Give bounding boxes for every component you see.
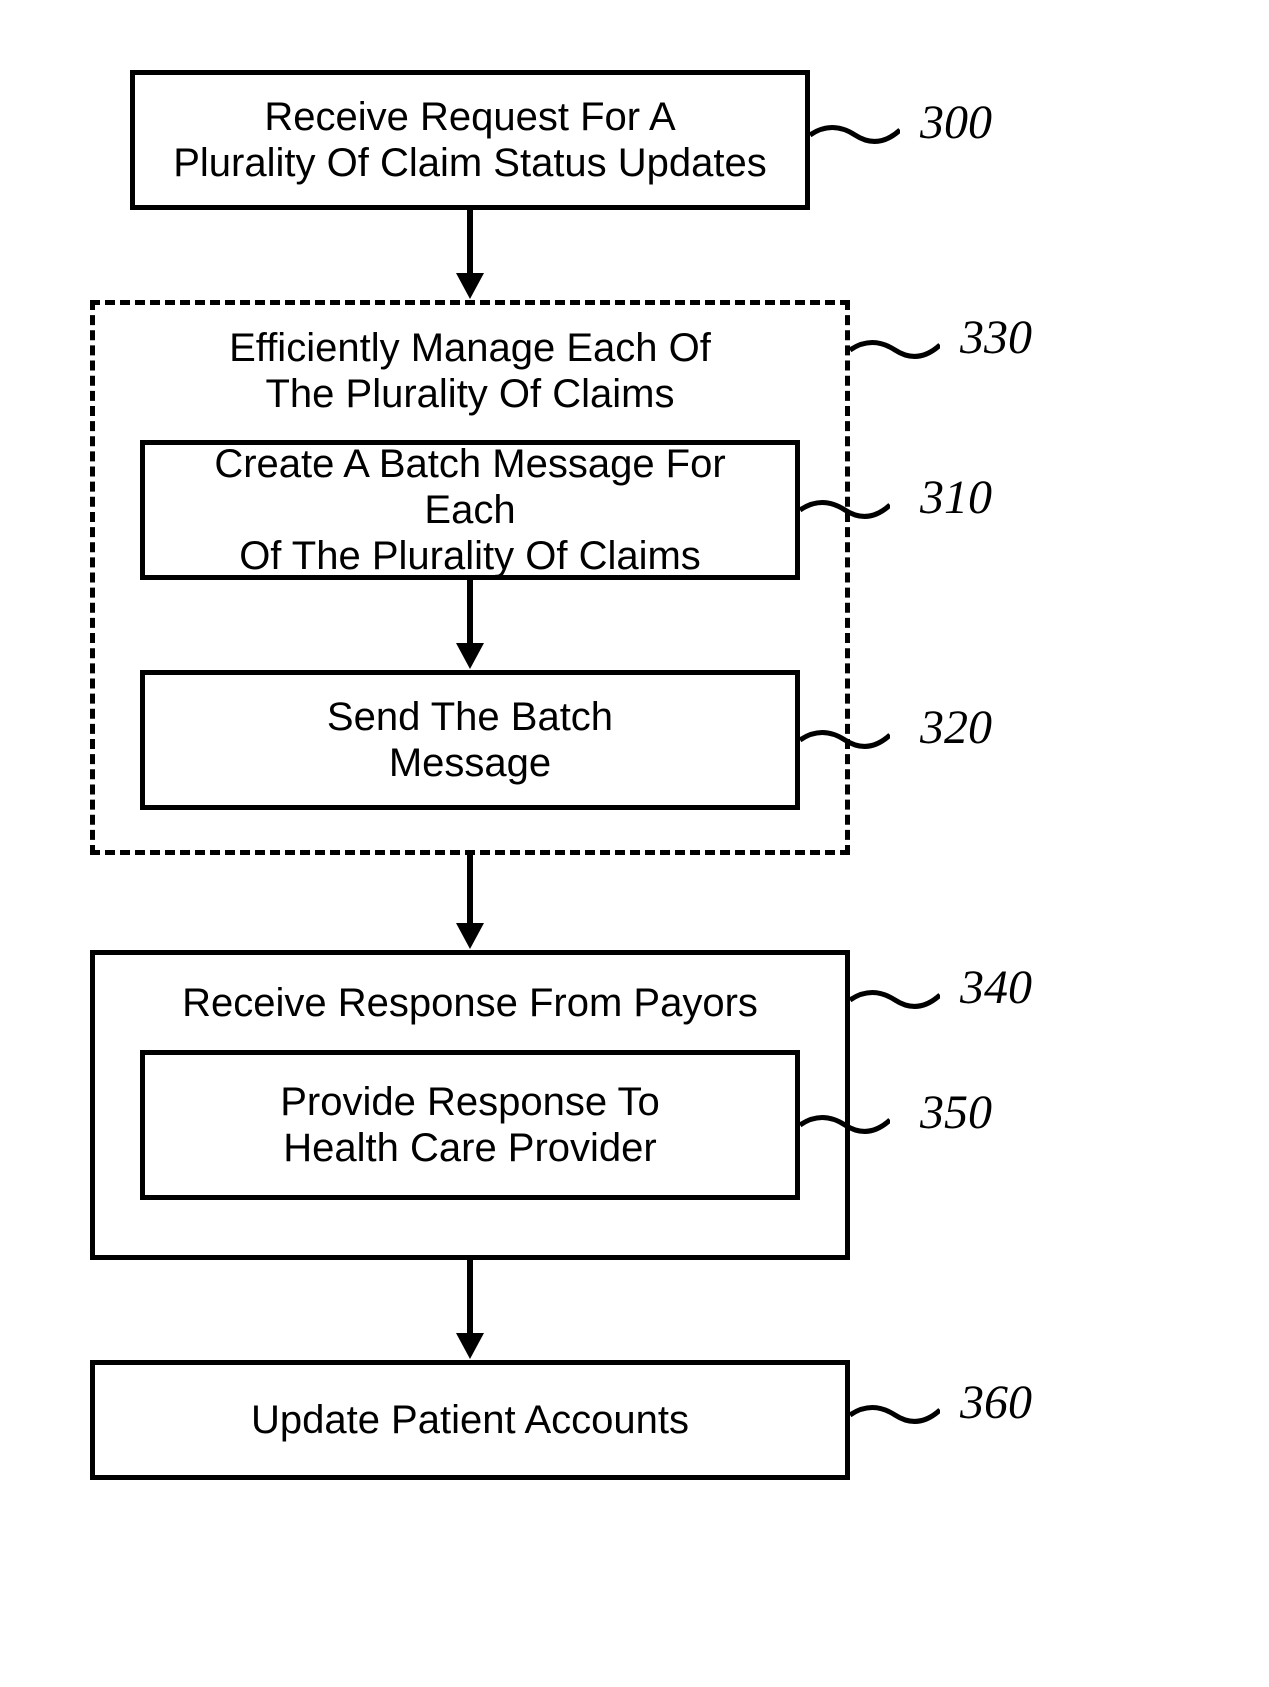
- arrow-head-icon: [456, 923, 484, 949]
- box-provide-response: Provide Response To Health Care Provider: [140, 1050, 800, 1200]
- leader-line-icon: [800, 490, 890, 520]
- ref-label-310: 310: [920, 470, 992, 525]
- box-text: Send The Batch: [327, 695, 613, 739]
- ref-label-330: 330: [960, 310, 1032, 365]
- box-text: Health Care Provider: [283, 1126, 657, 1170]
- box-create-batch: Create A Batch Message For Each Of The P…: [140, 440, 800, 580]
- box-text: Update Patient Accounts: [251, 1397, 689, 1443]
- arrow-head-icon: [456, 1333, 484, 1359]
- leader-line-icon: [800, 1105, 890, 1135]
- arrow: [467, 210, 473, 275]
- arrow-head-icon: [456, 273, 484, 299]
- flowchart-canvas: Receive Request For A Plurality Of Claim…: [0, 0, 1269, 1687]
- ref-label-340: 340: [960, 960, 1032, 1015]
- box-send-batch: Send The Batch Message: [140, 670, 800, 810]
- leader-line-icon: [850, 330, 940, 360]
- box-text: Provide Response To: [280, 1080, 660, 1124]
- box-update-accounts: Update Patient Accounts: [90, 1360, 850, 1480]
- leader-line-icon: [800, 720, 890, 750]
- ref-label-360: 360: [960, 1375, 1032, 1430]
- box-title: Receive Response From Payors: [182, 980, 758, 1026]
- arrow: [467, 580, 473, 645]
- box-receive-request: Receive Request For A Plurality Of Claim…: [130, 70, 810, 210]
- leader-line-icon: [810, 115, 900, 145]
- ref-label-350: 350: [920, 1085, 992, 1140]
- ref-label-300: 300: [920, 95, 992, 150]
- box-text: Efficiently Manage Each Of: [229, 326, 711, 370]
- box-text: Create A Batch Message For Each: [214, 442, 725, 532]
- ref-label-320: 320: [920, 700, 992, 755]
- arrow: [467, 855, 473, 925]
- leader-line-icon: [850, 980, 940, 1010]
- leader-line-icon: [850, 1395, 940, 1425]
- box-text: Plurality Of Claim Status Updates: [173, 141, 767, 185]
- box-text: Of The Plurality Of Claims: [239, 534, 701, 578]
- box-text: Receive Request For A: [264, 95, 675, 139]
- box-text: The Plurality Of Claims: [266, 372, 675, 416]
- box-text: Message: [389, 741, 551, 785]
- box-title: Efficiently Manage Each Of The Plurality…: [95, 325, 845, 417]
- arrow-head-icon: [456, 643, 484, 669]
- arrow: [467, 1260, 473, 1335]
